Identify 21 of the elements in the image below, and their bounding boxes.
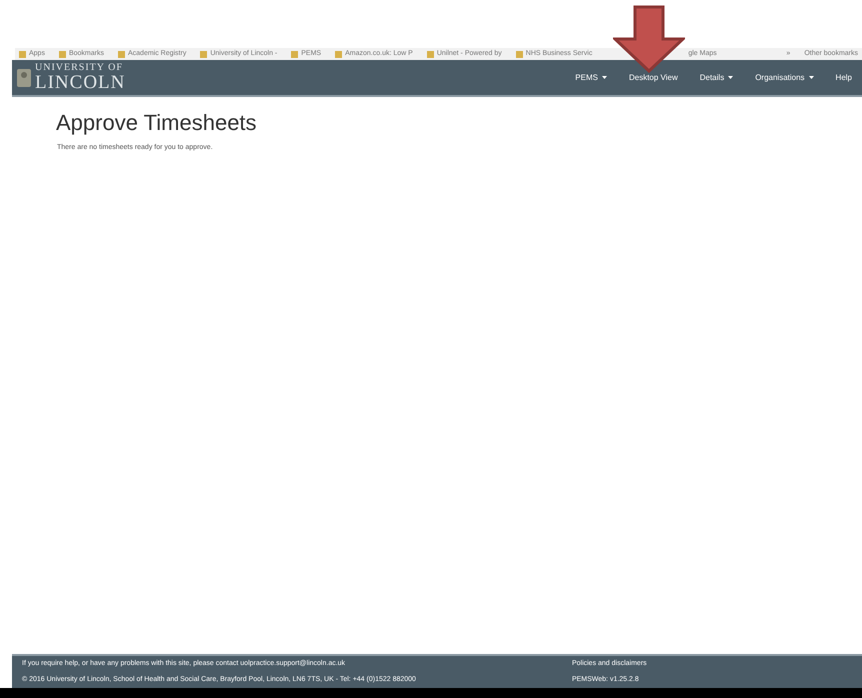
bookmark-icon <box>426 50 434 58</box>
nav-link[interactable]: Help <box>836 72 852 84</box>
logo-top-text: UNIVERSITY OF <box>35 63 124 73</box>
bookmark-icon <box>58 50 66 58</box>
bookmark-icon <box>516 50 523 58</box>
nav-link[interactable]: Desktop View <box>628 72 678 84</box>
bookmark-icon <box>19 50 26 58</box>
logo-bottom-text: LINCOLN <box>35 73 126 92</box>
nav-link[interactable]: Organisations <box>755 72 814 84</box>
bookmark-icon <box>335 50 342 58</box>
bookmark-icon <box>118 50 125 58</box>
caret-icon <box>728 76 734 79</box>
bookmark-icon <box>291 50 298 58</box>
nav-link[interactable]: PEMS <box>575 72 607 84</box>
bookmark-icon <box>200 50 208 58</box>
nav-link[interactable]: Details <box>700 72 734 84</box>
caret-icon <box>808 76 814 79</box>
page-title: Approve Timesheets <box>56 109 258 136</box>
crest-icon <box>16 66 32 88</box>
down-arrow <box>613 5 685 73</box>
caret-icon <box>602 76 607 79</box>
